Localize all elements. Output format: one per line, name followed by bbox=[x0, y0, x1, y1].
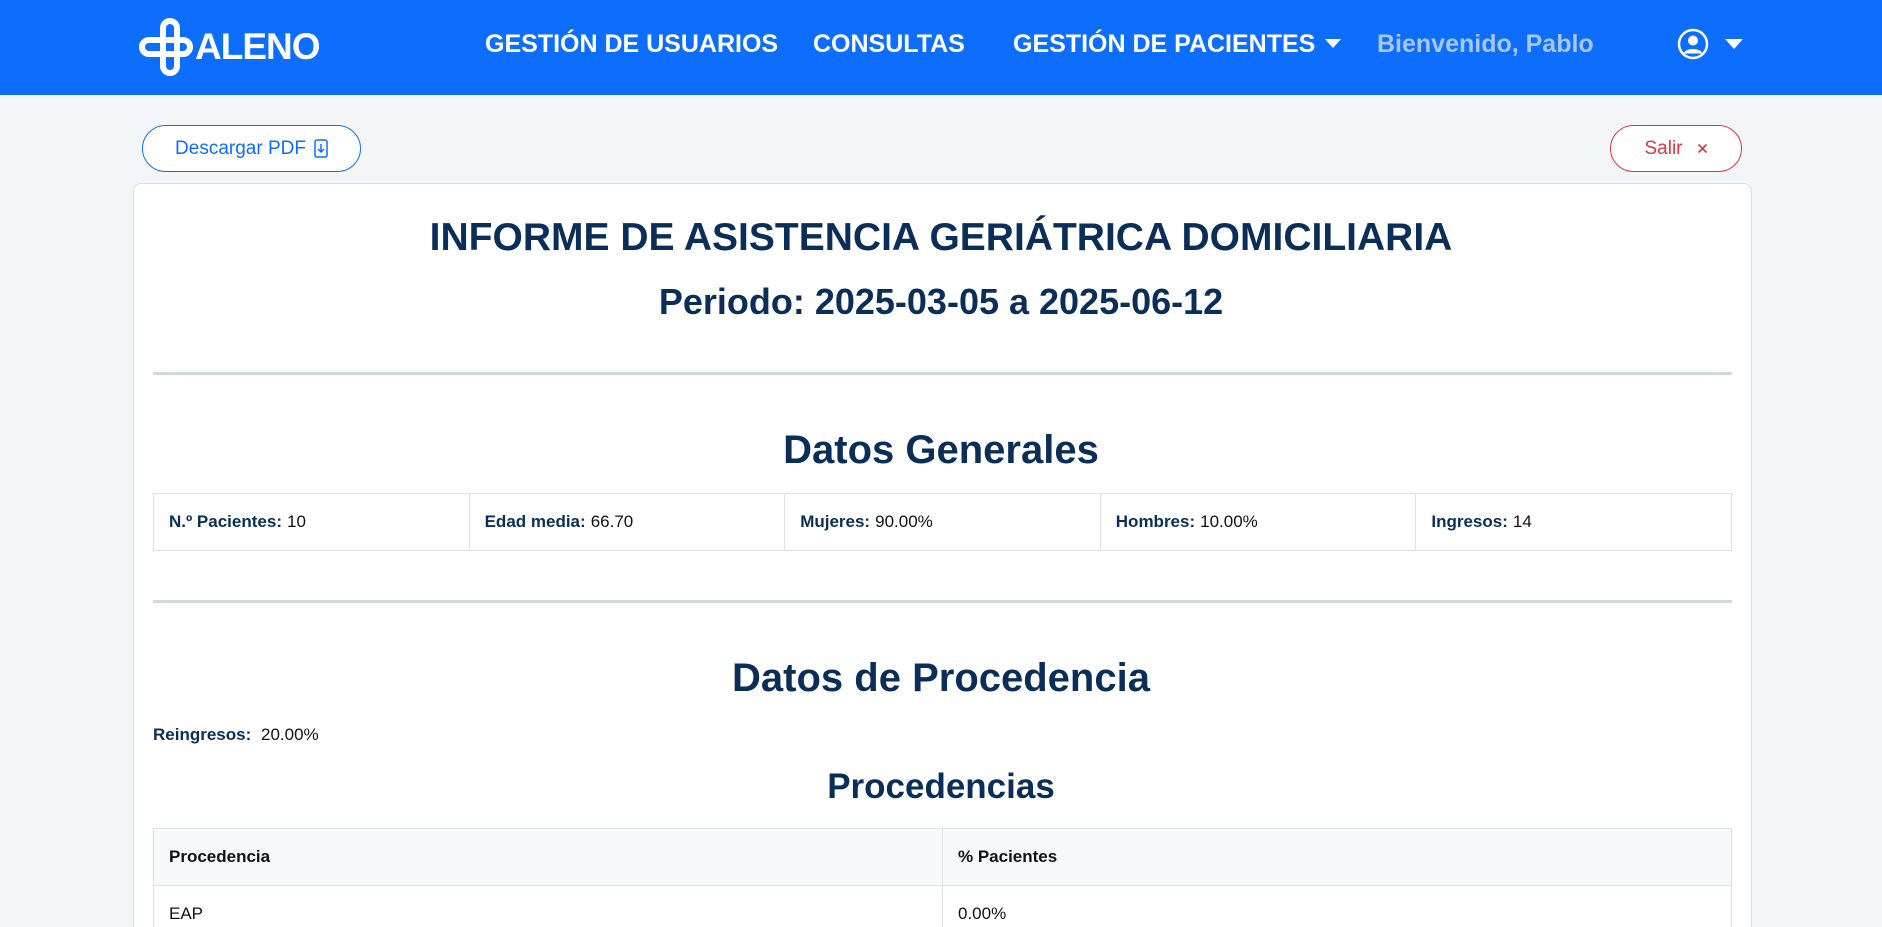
table-header-row: Procedencia % Pacientes bbox=[153, 828, 1732, 886]
logo-mark-icon bbox=[139, 18, 193, 76]
exit-button[interactable]: Salir bbox=[1610, 125, 1742, 172]
stat-label: Mujeres: bbox=[800, 512, 871, 531]
report-title: INFORME DE ASISTENCIA GERIÁTRICA DOMICIL… bbox=[429, 216, 1453, 259]
download-pdf-button[interactable]: Descargar PDF bbox=[142, 125, 361, 172]
nav-consultas[interactable]: CONSULTAS bbox=[813, 30, 965, 59]
chevron-down-icon bbox=[1325, 38, 1342, 48]
general-stats-row: N.º Pacientes: 10 Edad media: 66.70 Mujere… bbox=[153, 493, 1732, 551]
sub-title-procedencias: Procedencias bbox=[827, 767, 1055, 806]
column-header-pacientes: % Pacientes bbox=[942, 828, 1732, 886]
nav-gestion-pacientes-label: GESTIÓN DE PACIENTES bbox=[1013, 30, 1316, 58]
stat-label: N.º Pacientes: bbox=[169, 512, 282, 531]
reingresos-label: Reingresos: bbox=[153, 725, 252, 744]
stat-ingresos: Ingresos: 14 bbox=[1416, 494, 1731, 550]
exit-label: Salir bbox=[1644, 137, 1683, 159]
table-cell: 0.00% bbox=[942, 885, 1732, 927]
stat-edad-media: Edad media: 66.70 bbox=[470, 494, 786, 550]
close-icon bbox=[1697, 143, 1707, 154]
reingresos-value: 20.00% bbox=[260, 725, 319, 744]
stat-value: 10.00% bbox=[1200, 512, 1258, 531]
chevron-down-icon bbox=[1725, 39, 1743, 49]
reingresos-stat: Reingresos: 20.00% bbox=[153, 725, 319, 745]
section-title-datos-generales: Datos Generales bbox=[783, 428, 1099, 472]
download-file-icon bbox=[314, 139, 328, 158]
stat-mujeres: Mujeres: 90.00% bbox=[785, 494, 1101, 550]
download-pdf-label: Descargar PDF bbox=[175, 137, 306, 159]
divider bbox=[153, 600, 1732, 603]
user-avatar-icon bbox=[1677, 28, 1709, 60]
stat-hombres: Hombres: 10.00% bbox=[1101, 494, 1417, 550]
stat-label: Hombres: bbox=[1115, 512, 1196, 531]
table-row: EAP 0.00% bbox=[153, 885, 1732, 927]
logo-text: ALENO bbox=[195, 26, 320, 67]
stat-label: Ingresos: bbox=[1431, 512, 1508, 531]
app-logo[interactable]: ALENO bbox=[133, 18, 320, 76]
user-menu-dropdown[interactable] bbox=[1677, 28, 1743, 60]
nav-gestion-pacientes-dropdown[interactable]: GESTIÓN DE PACIENTES bbox=[1013, 30, 1342, 59]
stat-value: 90.00% bbox=[875, 512, 933, 531]
top-navbar: ALENO GESTIÓN DE USUARIOS CONSULTAS GEST… bbox=[0, 0, 1882, 95]
nav-gestion-usuarios[interactable]: GESTIÓN DE USUARIOS bbox=[485, 30, 778, 59]
stat-pacientes: N.º Pacientes: 10 bbox=[154, 494, 470, 550]
stat-value: 66.70 bbox=[590, 512, 634, 531]
stat-value: 14 bbox=[1512, 512, 1532, 531]
report-period: Periodo: 2025-03-05 a 2025-06-12 bbox=[658, 281, 1224, 322]
stat-label: Edad media: bbox=[484, 512, 586, 531]
divider bbox=[153, 372, 1732, 375]
column-header-procedencia: Procedencia bbox=[153, 828, 943, 886]
welcome-text: Bienvenido, Pablo bbox=[1377, 30, 1594, 58]
table-cell: EAP bbox=[153, 885, 943, 927]
procedencias-table: Procedencia % Pacientes EAP 0.00% bbox=[153, 828, 1732, 927]
stat-value: 10 bbox=[286, 512, 306, 531]
section-title-datos-procedencia: Datos de Procedencia bbox=[732, 656, 1150, 700]
